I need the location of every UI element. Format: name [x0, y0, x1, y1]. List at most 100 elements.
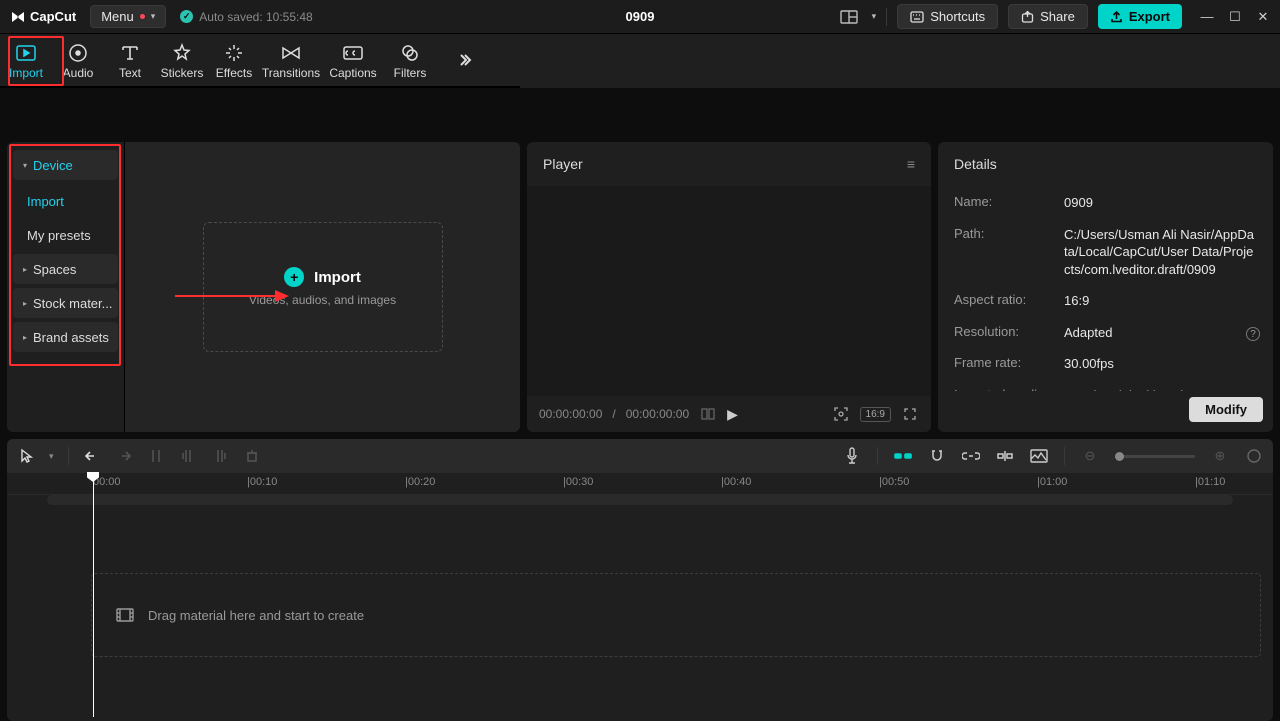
- playhead[interactable]: [93, 473, 94, 717]
- play-button[interactable]: ▶: [727, 406, 738, 423]
- scan-icon[interactable]: [832, 405, 850, 423]
- timeline-scrollbar[interactable]: [47, 495, 1233, 505]
- tab-filters[interactable]: Filters: [384, 34, 436, 86]
- maximize-button[interactable]: ☐: [1228, 9, 1242, 25]
- sidebar-item-stock-materials[interactable]: ▸ Stock mater...: [13, 288, 118, 318]
- minimize-button[interactable]: —: [1200, 9, 1214, 25]
- media-sidebar: ▾ Device Import My presets ▸ Spaces ▸ St…: [7, 142, 124, 432]
- detail-value: Adapted: [1064, 324, 1112, 342]
- plus-icon: +: [284, 267, 304, 287]
- brand-logo-icon: [10, 9, 26, 25]
- chevron-down-icon[interactable]: ▾: [872, 11, 877, 22]
- help-icon[interactable]: ?: [1246, 327, 1260, 341]
- autosave-status: ✓ Auto saved: 10:55:48: [180, 10, 312, 24]
- preview-snap-icon[interactable]: [996, 447, 1014, 465]
- window-controls: — ☐ ✕: [1200, 9, 1270, 25]
- chevron-right-icon: ▸: [23, 299, 27, 308]
- compare-icon[interactable]: [699, 405, 717, 423]
- captions-icon: [342, 42, 364, 64]
- layout-icon[interactable]: [836, 6, 862, 28]
- link-icon[interactable]: [962, 447, 980, 465]
- player-controls: 00:00:00:00 / 00:00:00:00 ▶ 16:9: [527, 396, 931, 432]
- player-title: Player: [543, 156, 583, 172]
- close-button[interactable]: ✕: [1256, 9, 1270, 25]
- zoom-slider[interactable]: [1115, 455, 1195, 458]
- timeline-toolbar-right: ⊖ ⊕: [843, 447, 1263, 465]
- detail-key: Name:: [954, 194, 1054, 212]
- detail-value: 16:9: [1064, 292, 1089, 310]
- ruler-tick: |01:00: [1037, 476, 1067, 488]
- share-icon: [1021, 10, 1034, 23]
- menu-button[interactable]: Menu ▾: [90, 5, 166, 28]
- chevron-right-icon: ▸: [23, 333, 27, 342]
- export-button[interactable]: Export: [1098, 4, 1182, 29]
- tab-import[interactable]: Import: [0, 34, 52, 86]
- chevron-down-icon[interactable]: ▾: [49, 451, 54, 462]
- sidebar-item-spaces[interactable]: ▸ Spaces: [13, 254, 118, 284]
- workspace: ▾ Device Import My presets ▸ Spaces ▸ St…: [0, 142, 1280, 432]
- tab-label: Filters: [394, 66, 427, 80]
- ruler-tick: |01:10: [1195, 476, 1225, 488]
- detail-key: Path:: [954, 226, 1054, 279]
- import-dropzone[interactable]: + Import Videos, audios, and images: [203, 222, 443, 352]
- detail-key: Resolution:: [954, 324, 1054, 342]
- tab-captions[interactable]: Captions: [322, 34, 384, 86]
- pointer-tool-icon[interactable]: [17, 447, 35, 465]
- trim-left-icon[interactable]: [179, 447, 197, 465]
- detail-key: Aspect ratio:: [954, 292, 1054, 310]
- import-icon: [15, 42, 37, 64]
- trim-right-icon[interactable]: [211, 447, 229, 465]
- sidebar-item-brand-assets[interactable]: ▸ Brand assets: [13, 322, 118, 352]
- redo-icon[interactable]: [115, 447, 133, 465]
- text-icon: [119, 42, 141, 64]
- modify-button[interactable]: Modify: [1189, 397, 1263, 422]
- zoom-out-icon[interactable]: ⊖: [1081, 447, 1099, 465]
- chevrons-right-icon: [457, 52, 473, 68]
- details-header: Details: [938, 142, 1273, 186]
- timeline-ruler[interactable]: 00:00 |00:10 |00:20 |00:30 |00:40 |00:50…: [7, 473, 1273, 495]
- timeline-toolbar: ▾: [7, 439, 1273, 473]
- ratio-chip[interactable]: 16:9: [860, 407, 891, 422]
- player-menu-icon[interactable]: ≡: [907, 156, 915, 172]
- chevron-down-icon: ▾: [151, 11, 156, 22]
- detail-row-aspect: Aspect ratio: 16:9: [954, 292, 1257, 310]
- ribbon-tabs: Import Audio Text Stickers Effects: [0, 34, 520, 88]
- tab-stickers[interactable]: Stickers: [156, 34, 208, 86]
- timeline-drop-track[interactable]: Drag material here and start to create: [91, 573, 1261, 657]
- tab-transitions[interactable]: Transitions: [260, 34, 322, 86]
- menu-label: Menu: [101, 9, 134, 24]
- chevron-right-icon: ▸: [23, 265, 27, 274]
- ribbon-scroll-right[interactable]: [450, 34, 480, 86]
- sidebar-item-my-presets[interactable]: My presets: [13, 220, 118, 250]
- media-panel: ▾ Device Import My presets ▸ Spaces ▸ St…: [7, 142, 520, 432]
- tab-effects[interactable]: Effects: [208, 34, 260, 86]
- magnet-icon[interactable]: [928, 447, 946, 465]
- tab-audio[interactable]: Audio: [52, 34, 104, 86]
- mic-icon[interactable]: [843, 447, 861, 465]
- shortcuts-button[interactable]: Shortcuts: [897, 4, 998, 29]
- tab-text[interactable]: Text: [104, 34, 156, 86]
- zoom-in-icon[interactable]: ⊕: [1211, 447, 1229, 465]
- cover-icon[interactable]: [1030, 447, 1048, 465]
- sidebar-item-import[interactable]: Import: [13, 186, 118, 216]
- delete-icon[interactable]: [243, 447, 261, 465]
- details-panel: Details Name: 0909 Path: C:/Users/Usman …: [938, 142, 1273, 432]
- magnet-main-icon[interactable]: [894, 447, 912, 465]
- transitions-icon: [280, 42, 302, 64]
- sidebar-item-label: Brand assets: [33, 330, 109, 345]
- keyboard-icon: [910, 11, 924, 23]
- detail-value: 30.00fps: [1064, 355, 1114, 373]
- details-title: Details: [954, 156, 997, 172]
- split-icon[interactable]: [147, 447, 165, 465]
- ruler-tick: |00:50: [879, 476, 909, 488]
- fullscreen-icon[interactable]: [901, 405, 919, 423]
- zoom-fit-icon[interactable]: [1245, 447, 1263, 465]
- separator: [1064, 447, 1065, 465]
- tab-label: Captions: [329, 66, 376, 80]
- undo-icon[interactable]: [83, 447, 101, 465]
- share-label: Share: [1040, 9, 1075, 24]
- player-canvas[interactable]: [527, 186, 931, 396]
- player-panel: Player ≡ 00:00:00:00 / 00:00:00:00 ▶ 16:…: [527, 142, 931, 432]
- share-button[interactable]: Share: [1008, 4, 1088, 29]
- sidebar-item-device[interactable]: ▾ Device: [13, 150, 118, 180]
